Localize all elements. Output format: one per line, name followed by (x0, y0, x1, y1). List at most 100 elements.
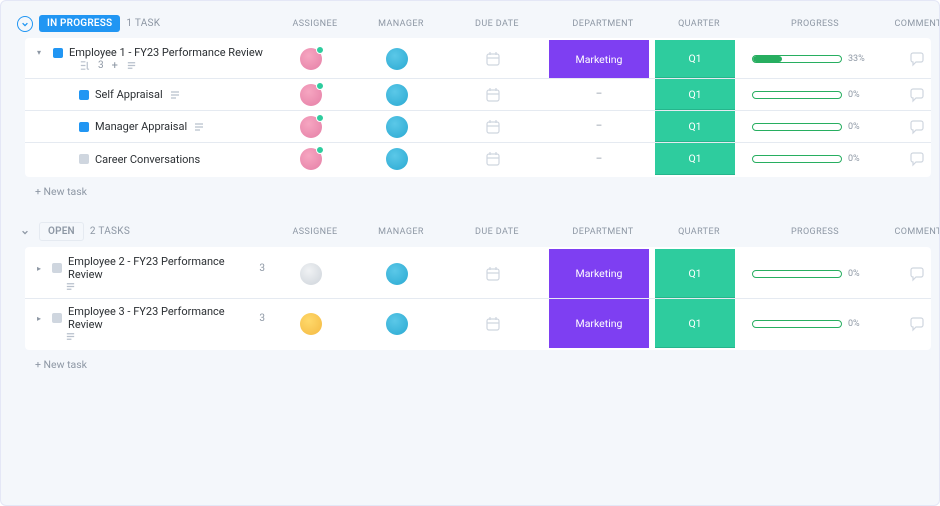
status-square[interactable] (52, 313, 62, 323)
col-head-comments: COMMENTS (891, 19, 940, 29)
comment-icon (908, 118, 926, 136)
task-name-cell[interactable]: ▾ Employee 1 - FY23 Performance Review (25, 46, 265, 59)
due-date-cell[interactable] (443, 150, 543, 168)
avatar-manager[interactable] (386, 84, 408, 106)
task-title[interactable]: Employee 1 - FY23 Performance Review (69, 46, 263, 59)
subtask-name-cell[interactable]: Self Appraisal (25, 88, 265, 101)
avatar-assignee[interactable] (300, 148, 322, 170)
status-pill[interactable]: OPEN (39, 222, 84, 241)
due-date-cell[interactable] (443, 86, 543, 104)
expand-caret-icon[interactable]: ▸ (37, 264, 46, 273)
manager-cell[interactable] (357, 84, 437, 106)
quarter-cell[interactable]: Q1 (655, 111, 735, 142)
due-date-cell[interactable] (443, 40, 543, 78)
quarter-cell[interactable]: Q1 (655, 79, 735, 110)
comments-cell[interactable] (887, 299, 940, 348)
department-cell[interactable]: Marketing (549, 249, 649, 298)
subtask-row: Career Conversations – Q1 0% (25, 143, 931, 175)
progress-cell[interactable]: 0% (741, 299, 881, 348)
department-cell[interactable]: Marketing (549, 40, 649, 78)
new-task-button[interactable]: + New task (5, 177, 931, 198)
comments-cell[interactable] (887, 150, 940, 168)
avatar-manager[interactable] (386, 148, 408, 170)
quarter-cell[interactable]: Q1 (655, 249, 735, 298)
subtask-count: 3 (98, 60, 104, 71)
task-meta: 3 + (25, 59, 265, 72)
add-subtask[interactable]: + (112, 59, 118, 72)
avatar-manager[interactable] (386, 263, 408, 285)
progress-cell[interactable]: 33% (741, 40, 881, 78)
collapse-group-icon[interactable] (17, 16, 33, 32)
progress-value: 0% (848, 122, 870, 132)
avatar-manager[interactable] (386, 48, 408, 70)
quarter-cell[interactable]: Q1 (655, 40, 735, 78)
expand-caret-icon[interactable]: ▾ (37, 48, 47, 57)
avatar-assignee[interactable] (300, 84, 322, 106)
assignee-cell[interactable] (271, 116, 351, 138)
task-title[interactable]: Employee 2 - FY23 Performance Review (68, 255, 243, 281)
quarter-cell[interactable]: Q1 (655, 143, 735, 175)
expand-caret-icon[interactable]: ▸ (37, 314, 46, 323)
status-square[interactable] (79, 154, 89, 164)
task-board: IN PROGRESS 1 TASK ASSIGNEE MANAGER DUE … (0, 0, 940, 506)
avatar-assignee[interactable] (300, 263, 322, 285)
col-head-manager: MANAGER (361, 227, 441, 237)
progress-cell[interactable]: 0% (741, 154, 881, 164)
quarter-cell[interactable]: Q1 (655, 299, 735, 348)
manager-cell[interactable] (357, 116, 437, 138)
assignee-cell[interactable] (271, 40, 351, 78)
status-square[interactable] (79, 90, 89, 100)
description-icon (169, 89, 181, 101)
comments-cell[interactable] (887, 40, 940, 78)
new-task-button[interactable]: + New task (5, 350, 931, 371)
progress-value: 0% (848, 269, 870, 279)
progress-cell[interactable]: 0% (741, 90, 881, 100)
due-date-cell[interactable] (443, 118, 543, 136)
assignee-cell[interactable] (271, 249, 351, 298)
subtask-title[interactable]: Career Conversations (95, 153, 200, 166)
comment-icon (908, 150, 926, 168)
status-square[interactable] (79, 122, 89, 132)
avatar-assignee[interactable] (300, 313, 322, 335)
progress-cell[interactable]: 0% (741, 122, 881, 132)
subtask-name-cell[interactable]: Career Conversations (25, 153, 265, 166)
assignee-cell[interactable] (271, 299, 351, 348)
comment-icon (908, 86, 926, 104)
avatar-assignee[interactable] (300, 116, 322, 138)
description-icon (65, 331, 76, 342)
assignee-cell[interactable] (271, 84, 351, 106)
progress-value: 0% (848, 90, 870, 100)
due-date-cell[interactable] (443, 299, 543, 348)
department-cell[interactable]: – (549, 89, 649, 100)
collapse-group-icon[interactable] (17, 224, 33, 240)
status-square[interactable] (53, 48, 63, 58)
description-icon (126, 60, 137, 71)
progress-cell[interactable]: 0% (741, 249, 881, 298)
department-cell[interactable]: Marketing (549, 299, 649, 348)
task-name-cell[interactable]: ▸ Employee 2 - FY23 Performance Review 3 (25, 255, 265, 281)
assignee-cell[interactable] (271, 148, 351, 170)
department-cell[interactable]: – (549, 121, 649, 132)
department-cell[interactable]: – (549, 154, 649, 165)
manager-cell[interactable] (357, 148, 437, 170)
comments-cell[interactable] (887, 86, 940, 104)
due-date-cell[interactable] (443, 249, 543, 298)
avatar-manager[interactable] (386, 313, 408, 335)
calendar-icon (484, 118, 502, 136)
comments-cell[interactable] (887, 118, 940, 136)
avatar-manager[interactable] (386, 116, 408, 138)
manager-cell[interactable] (357, 40, 437, 78)
subtask-title[interactable]: Self Appraisal (95, 88, 163, 101)
avatar-assignee[interactable] (300, 48, 322, 70)
task-row-wrapper: ▾ Employee 1 - FY23 Performance Review 3… (25, 40, 931, 79)
subtask-name-cell[interactable]: Manager Appraisal (25, 120, 265, 133)
subtask-title[interactable]: Manager Appraisal (95, 120, 187, 133)
manager-cell[interactable] (357, 249, 437, 298)
comment-icon (908, 265, 926, 283)
status-square[interactable] (52, 263, 62, 273)
comments-cell[interactable] (887, 249, 940, 298)
manager-cell[interactable] (357, 299, 437, 348)
task-name-cell[interactable]: ▸ Employee 3 - FY23 Performance Review 3 (25, 305, 265, 331)
task-title[interactable]: Employee 3 - FY23 Performance Review (68, 305, 243, 331)
status-pill[interactable]: IN PROGRESS (39, 15, 120, 32)
